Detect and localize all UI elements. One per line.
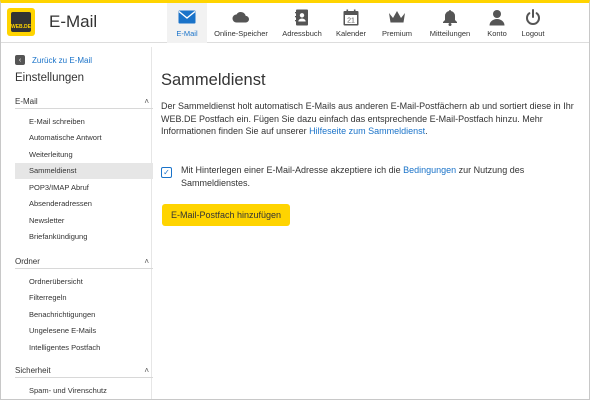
- main-navigation: E-Mail Online-Speicher Adressbuch 21 Kalende…: [167, 3, 551, 43]
- top-header: WEB.DE E-Mail E-Mail Online-Speicher Adres…: [1, 3, 589, 43]
- nav-storage[interactable]: Online-Speicher: [207, 3, 275, 43]
- nav-premium[interactable]: Premium: [373, 3, 421, 43]
- sidebar-section: E-Mail ˄ E-Mail schreiben Automatische Antw…: [15, 95, 153, 245]
- nav-label: Konto: [487, 29, 507, 38]
- sidebar-item[interactable]: Ungelesene E-Mails: [15, 323, 153, 340]
- sidebar-section: Ordner ˄ Ordnerübersicht Filterregeln Benach…: [15, 255, 153, 356]
- chevron-up-icon: ˄: [144, 366, 149, 375]
- nav-label: Adressbuch: [282, 29, 322, 38]
- nav-email[interactable]: E-Mail: [167, 3, 207, 43]
- settings-title: Einstellungen: [15, 72, 85, 84]
- app-window: WEB.DE E-Mail E-Mail Online-Speicher Adres…: [0, 0, 590, 400]
- nav-contacts[interactable]: Adressbuch: [275, 3, 329, 43]
- bell-icon: [441, 8, 459, 26]
- sidebar-item[interactable]: Filterregeln: [15, 290, 153, 307]
- section-header[interactable]: Ordner ˄: [15, 255, 153, 269]
- sidebar-item[interactable]: Intelligentes Postfach: [15, 339, 153, 356]
- add-mailbox-button[interactable]: E-Mail-Postfach hinzufügen: [162, 204, 291, 226]
- sidebar-item[interactable]: Automatische Antwort: [15, 130, 153, 147]
- nav-label: Kalender: [335, 29, 367, 38]
- logo-text: WEB.DE: [11, 12, 31, 32]
- sidebar-item[interactable]: Newsletter: [15, 212, 153, 229]
- sidebar-item[interactable]: E-Mail schreiben: [15, 113, 153, 130]
- chevron-left-icon: ‹: [15, 55, 25, 65]
- nav-account[interactable]: Konto: [479, 3, 515, 43]
- nav-notifications[interactable]: Mitteilungen: [421, 3, 479, 43]
- chevron-up-icon: ˄: [144, 97, 149, 106]
- person-icon: [488, 8, 506, 26]
- section-header[interactable]: E-Mail ˄: [15, 95, 153, 109]
- nav-label: Logout: [521, 29, 545, 38]
- consent-row: ✓ Mit Hinterlegen einer E-Mail-Adresse a…: [161, 164, 581, 189]
- help-link[interactable]: Hilfeseite zum Sammeldienst: [309, 126, 425, 136]
- sidebar-item[interactable]: Sammeldienst: [15, 162, 153, 179]
- section-label: Ordner: [15, 257, 40, 266]
- address-book-icon: [293, 8, 311, 26]
- crown-icon: [388, 8, 406, 26]
- power-icon: [524, 8, 542, 26]
- back-to-email-link[interactable]: ‹ Zurück zu E-Mail: [15, 55, 92, 65]
- nav-logout[interactable]: Logout: [515, 3, 551, 43]
- cloud-icon: [232, 8, 250, 26]
- consent-text-1: Mit Hinterlegen einer E-Mail-Adresse akz…: [181, 165, 404, 175]
- sidebar-section: Sicherheit ˄ Spam- und Virenschutz: [15, 364, 153, 399]
- sidebar-item[interactable]: Ordnerübersicht: [15, 273, 153, 290]
- description: Der Sammeldienst holt automatisch E-Mail…: [161, 100, 581, 138]
- sidebar-item[interactable]: Benachrichtigungen: [15, 306, 153, 323]
- nav-label: Mitteilungen: [429, 29, 471, 38]
- sidebar-item[interactable]: Briefankündigung: [15, 229, 153, 246]
- consent-text: Mit Hinterlegen einer E-Mail-Adresse akz…: [181, 164, 581, 189]
- section-label: E-Mail: [15, 97, 38, 106]
- sidebar-item[interactable]: Weiterleitung: [15, 146, 153, 163]
- consent-checkbox[interactable]: ✓: [161, 167, 172, 178]
- webde-logo[interactable]: WEB.DE: [7, 8, 35, 36]
- section-label: Sicherheit: [15, 366, 51, 375]
- nav-label: E-Mail: [176, 29, 198, 38]
- envelope-icon: [178, 8, 196, 26]
- description-end: .: [425, 126, 428, 136]
- section-header[interactable]: Sicherheit ˄: [15, 364, 153, 378]
- chevron-up-icon: ˄: [144, 257, 149, 266]
- svg-text:21: 21: [347, 17, 355, 24]
- back-label: Zurück zu E-Mail: [32, 55, 93, 65]
- sidebar-item[interactable]: POP3/IMAP Abruf: [15, 179, 153, 196]
- calendar-icon: 21: [342, 8, 360, 26]
- sidebar-item[interactable]: Absenderadressen: [15, 196, 153, 213]
- nav-label: Online-Speicher: [214, 29, 268, 38]
- settings-sidebar: ‹ Zurück zu E-Mail Einstellungen E-Mail ˄…: [7, 47, 153, 399]
- page-title: Sammeldienst: [161, 71, 266, 89]
- nav-calendar[interactable]: 21 Kalender: [329, 3, 373, 43]
- sidebar-item[interactable]: Spam- und Virenschutz: [15, 382, 153, 399]
- app-title: E-Mail: [49, 12, 98, 31]
- nav-label: Premium: [381, 29, 412, 38]
- conditions-link[interactable]: Bedingungen: [403, 165, 456, 175]
